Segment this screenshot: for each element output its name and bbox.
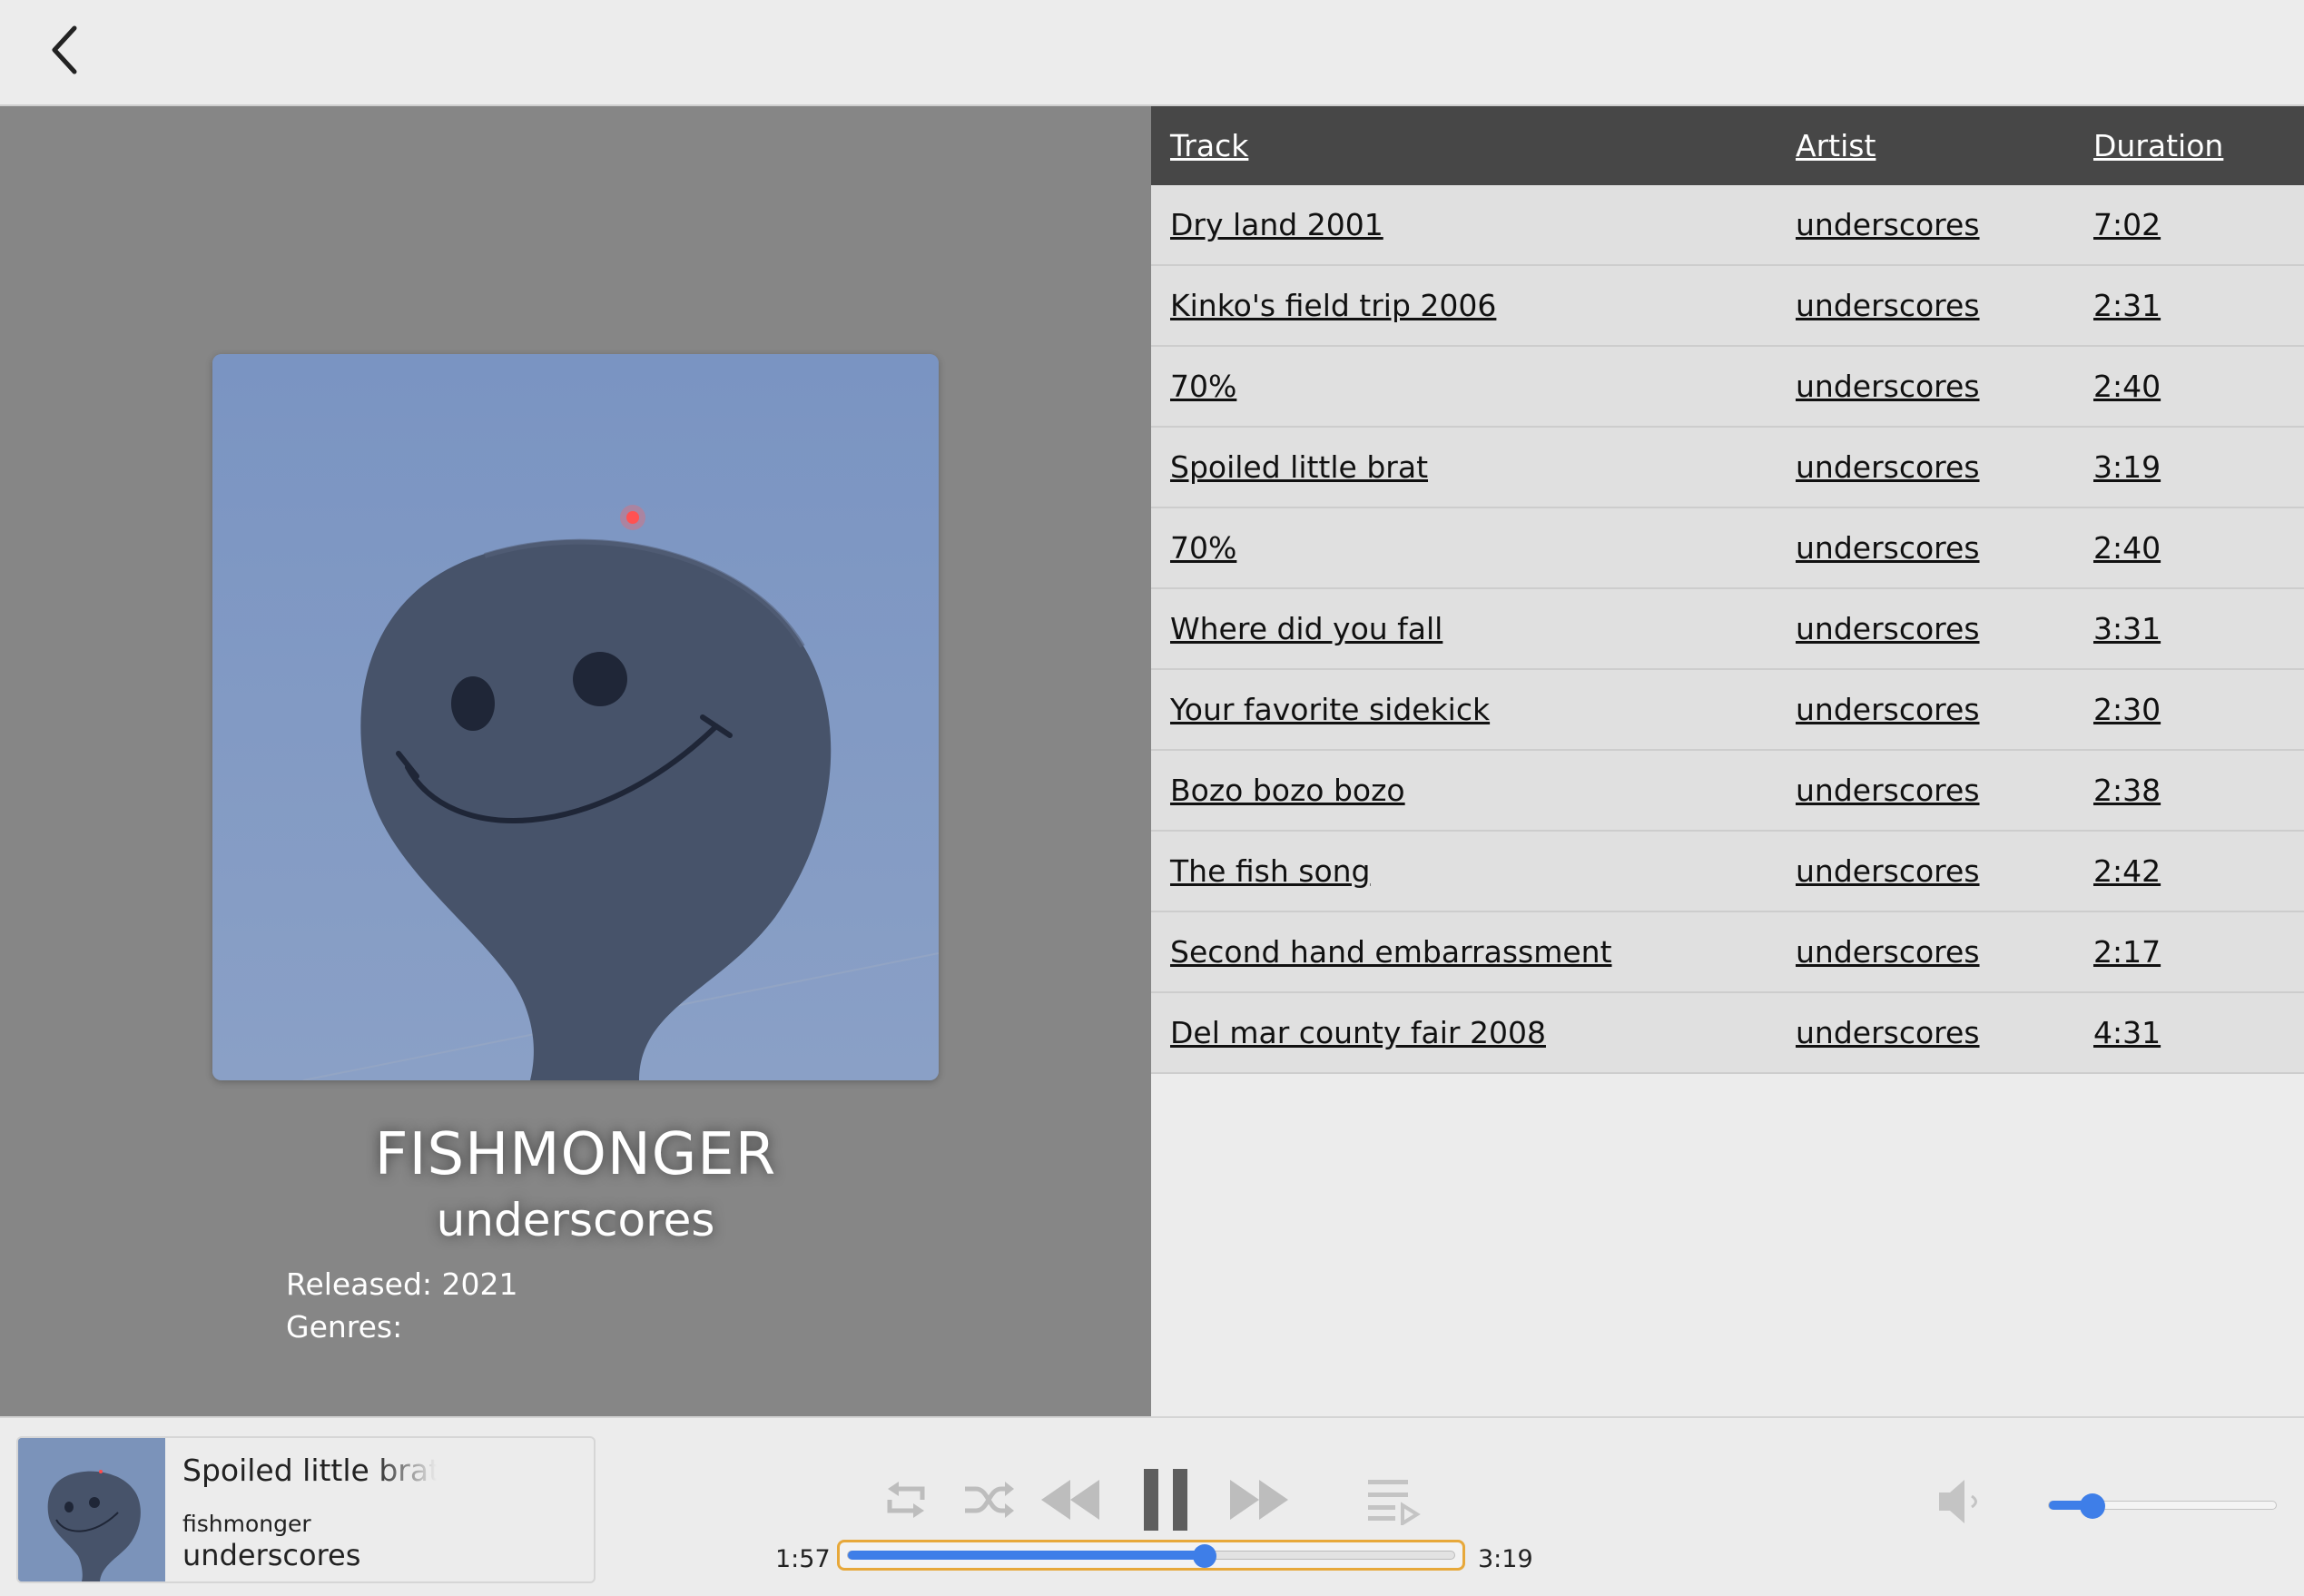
track-title-link[interactable]: Kinko's field trip 2006 <box>1170 288 1496 323</box>
fast-forward-icon <box>1230 1480 1288 1520</box>
elapsed-time: 1:57 <box>775 1545 831 1573</box>
volume-slider[interactable] <box>2048 1492 2277 1519</box>
track-duration[interactable]: 3:31 <box>2093 611 2161 646</box>
now-playing-track: Spoiled little brat <box>182 1453 437 1488</box>
track-artist-link[interactable]: underscores <box>1796 288 1980 323</box>
back-icon <box>52 25 77 74</box>
now-playing-thumbnail <box>18 1438 165 1581</box>
track-duration[interactable]: 2:40 <box>2093 530 2161 566</box>
rewind-icon <box>1041 1480 1099 1520</box>
pause-button[interactable] <box>1137 1463 1195 1536</box>
queue-button[interactable] <box>1362 1471 1423 1529</box>
shuffle-icon <box>965 1482 1014 1518</box>
track-artist-link[interactable]: underscores <box>1796 449 1980 485</box>
track-title-link[interactable]: Second hand embarrassment <box>1170 934 1612 970</box>
volume-icon <box>1939 1480 1977 1523</box>
track-duration[interactable]: 3:19 <box>2093 449 2161 485</box>
shuffle-button[interactable] <box>960 1474 1018 1525</box>
track-row[interactable]: Del mar county fair 2008 underscores 4:31 <box>1151 993 2304 1074</box>
genres-label: Genres: <box>286 1309 403 1345</box>
track-artist-link[interactable]: underscores <box>1796 611 1980 646</box>
track-row[interactable]: 70% underscores 2:40 <box>1151 347 2304 428</box>
track-artist-link[interactable]: underscores <box>1796 530 1980 566</box>
album-title: FISHMONGER <box>374 1121 777 1188</box>
queue-icon <box>1368 1480 1421 1525</box>
seek-rail <box>847 1544 1455 1568</box>
album-artist: underscores <box>436 1194 715 1246</box>
track-row[interactable]: 70% underscores 2:40 <box>1151 508 2304 589</box>
release-year: Released: 2021 <box>286 1266 518 1302</box>
track-row[interactable]: Dry land 2001 underscores 7:02 <box>1151 185 2304 266</box>
track-column-header[interactable]: Track <box>1170 128 1248 163</box>
tracklist-header: Track Artist Duration <box>1151 106 2304 185</box>
track-title-link[interactable]: Your favorite sidekick <box>1170 692 1490 727</box>
track-duration[interactable]: 4:31 <box>2093 1015 2161 1050</box>
track-title-link[interactable]: Where did you fall <box>1170 611 1442 646</box>
track-title-link[interactable]: 70% <box>1170 530 1236 566</box>
track-artist-link[interactable]: underscores <box>1796 934 1980 970</box>
track-duration[interactable]: 2:38 <box>2093 773 2161 808</box>
seek-handle[interactable] <box>1192 1544 1216 1568</box>
seek-fill <box>848 1551 1205 1560</box>
duration-column-header[interactable]: Duration <box>2093 128 2223 163</box>
repeat-button[interactable] <box>877 1474 935 1525</box>
now-playing-card[interactable]: Spoiled little brat fishmonger underscor… <box>16 1436 596 1583</box>
track-row[interactable]: Spoiled little brat underscores 3:19 <box>1151 428 2304 508</box>
track-title-link[interactable]: Del mar county fair 2008 <box>1170 1015 1546 1050</box>
repeat-icon <box>887 1482 925 1518</box>
track-row[interactable]: Bozo bozo bozo underscores 2:38 <box>1151 751 2304 832</box>
player-bar: Spoiled little brat fishmonger underscor… <box>0 1416 2304 1596</box>
track-title-link[interactable]: Dry land 2001 <box>1170 207 1383 242</box>
track-title-link[interactable]: Spoiled little brat <box>1170 449 1428 485</box>
track-artist-link[interactable]: underscores <box>1796 692 1980 727</box>
album-cover <box>212 354 939 1080</box>
track-list: Dry land 2001 underscores 7:02 Kinko's fiel… <box>1151 185 2304 1074</box>
track-row[interactable]: Kinko's field trip 2006 underscores 2:31 <box>1151 266 2304 347</box>
seek-bar[interactable] <box>837 1540 1465 1571</box>
now-playing-artist: underscores <box>182 1538 361 1572</box>
track-duration[interactable]: 2:31 <box>2093 288 2161 323</box>
track-row[interactable]: Your favorite sidekick underscores 2:30 <box>1151 670 2304 751</box>
track-row[interactable]: Where did you fall underscores 3:31 <box>1151 589 2304 670</box>
track-artist-link[interactable]: underscores <box>1796 207 1980 242</box>
top-bar <box>0 0 2304 106</box>
rewind-button[interactable] <box>1037 1471 1102 1529</box>
track-duration[interactable]: 7:02 <box>2093 207 2161 242</box>
total-time: 3:19 <box>1478 1545 1533 1573</box>
track-duration[interactable]: 2:17 <box>2093 934 2161 970</box>
mute-button[interactable] <box>1934 1474 1984 1529</box>
pause-icon <box>1144 1469 1187 1531</box>
track-title-link[interactable]: Bozo bozo bozo <box>1170 773 1405 808</box>
track-title-link[interactable]: The fish song <box>1170 853 1371 889</box>
track-row[interactable]: The fish song underscores 2:42 <box>1151 832 2304 912</box>
tracklist-panel: Track Artist Duration Dry land 2001 under… <box>1151 106 2304 1416</box>
track-title-link[interactable]: 70% <box>1170 369 1236 404</box>
track-artist-link[interactable]: underscores <box>1796 773 1980 808</box>
album-panel: FISHMONGER underscores Released: 2021 Ge… <box>0 106 1151 1416</box>
back-button[interactable] <box>36 18 91 82</box>
track-artist-link[interactable]: underscores <box>1796 1015 1980 1050</box>
track-artist-link[interactable]: underscores <box>1796 853 1980 889</box>
track-row[interactable]: Second hand embarrassment underscores 2:17 <box>1151 912 2304 993</box>
track-artist-link[interactable]: underscores <box>1796 369 1980 404</box>
volume-rail <box>2048 1493 2277 1519</box>
fast-forward-button[interactable] <box>1227 1471 1293 1529</box>
volume-handle[interactable] <box>2079 1493 2105 1519</box>
track-duration[interactable]: 2:40 <box>2093 369 2161 404</box>
track-duration[interactable]: 2:42 <box>2093 853 2161 889</box>
artist-column-header[interactable]: Artist <box>1796 128 1876 163</box>
track-duration[interactable]: 2:30 <box>2093 692 2161 727</box>
now-playing-album: fishmonger <box>182 1511 311 1537</box>
